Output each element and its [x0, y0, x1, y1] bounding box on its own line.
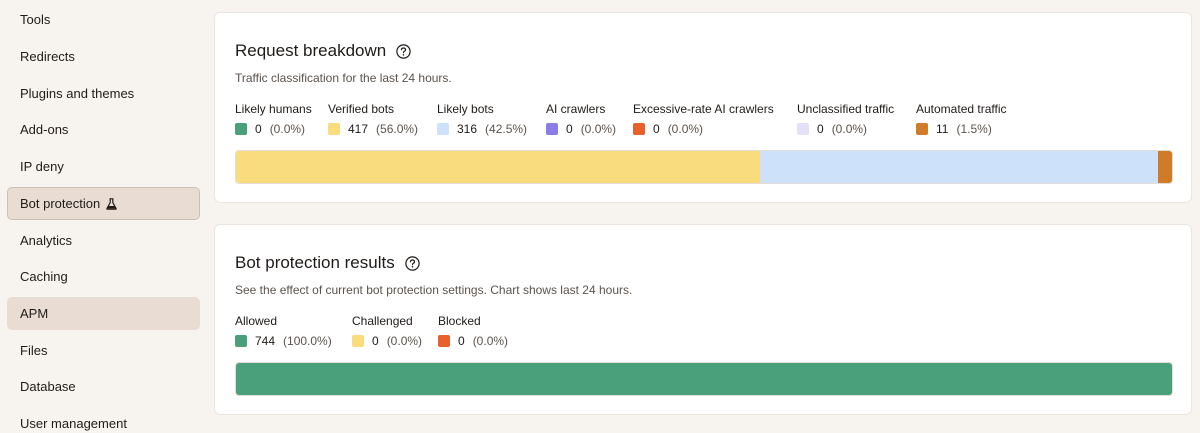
request-breakdown-card: Request breakdown Traffic classification… [214, 12, 1192, 203]
legend-count: 0 [817, 122, 824, 136]
sidebar-item-label: Analytics [20, 233, 73, 248]
legend-item-allowed: Allowed 744 (100.0%) [235, 314, 332, 348]
sidebar-item-label: Bot protection [20, 196, 101, 211]
sidebar-item-apm[interactable]: APM [7, 297, 200, 330]
legend-swatch [546, 123, 558, 135]
help-icon[interactable] [405, 255, 420, 271]
legend-count: 0 [372, 334, 379, 348]
legend-item-verified-bots: Verified bots 417 (56.0%) [328, 102, 418, 136]
sidebar-item-label: Add-ons [20, 122, 69, 137]
legend-swatch [235, 335, 247, 347]
sidebar-item-add-ons[interactable]: Add-ons [7, 113, 200, 146]
legend-swatch [437, 123, 449, 135]
sidebar-item-user-management[interactable]: User management [7, 407, 200, 433]
sidebar-item-label: Tools [20, 12, 51, 27]
legend-label: Allowed [235, 314, 278, 328]
legend-count: 0 [255, 122, 262, 136]
request-breakdown-bar [235, 150, 1173, 184]
legend-label: Challenged [352, 314, 413, 328]
legend-pct: (1.5%) [956, 122, 992, 136]
legend-label: Verified bots [328, 102, 395, 116]
legend-count: 744 [255, 334, 276, 348]
help-icon[interactable] [396, 43, 411, 59]
bot-protection-results-bar [235, 362, 1173, 396]
sidebar-item-label: APM [20, 306, 49, 321]
sidebar-item-tools[interactable]: Tools [7, 3, 200, 36]
legend-item-automated-traffic: Automated traffic 11 (1.5%) [916, 102, 1007, 136]
sidebar-item-analytics[interactable]: Analytics [7, 224, 200, 257]
legend-label: Excessive-rate AI crawlers [633, 102, 774, 116]
bar-segment-automated-traffic[interactable] [1157, 151, 1172, 183]
legend-item-blocked: Blocked 0 (0.0%) [438, 314, 508, 348]
legend-label: Automated traffic [916, 102, 1007, 116]
bot-protection-results-card: Bot protection results See the effect of… [214, 224, 1192, 415]
sidebar-item-label: Plugins and themes [20, 86, 135, 101]
legend-count: 0 [458, 334, 465, 348]
card-title: Bot protection results [235, 253, 420, 273]
legend-count: 316 [457, 122, 478, 136]
legend-item-challenged: Challenged 0 (0.0%) [352, 314, 422, 348]
request-breakdown-title: Request breakdown [235, 41, 387, 60]
legend-pct: (0.0%) [269, 122, 306, 136]
sidebar-item-files[interactable]: Files [7, 334, 200, 367]
sidebar-item-label: Caching [20, 269, 68, 284]
sidebar-item-redirects[interactable]: Redirects [7, 40, 200, 73]
legend-swatch [328, 123, 340, 135]
legend-swatch [352, 335, 364, 347]
legend-count: 0 [566, 122, 573, 136]
legend-item-likely-humans: Likely humans 0 (0.0%) [235, 102, 312, 136]
legend-label: AI crawlers [546, 102, 606, 116]
sidebar-item-label: Files [20, 343, 48, 358]
legend-pct: (42.5%) [485, 122, 528, 136]
bot-protection-results-subtitle: See the effect of current bot protection… [235, 283, 633, 297]
card-title: Request breakdown [235, 41, 411, 61]
sidebar-item-caching[interactable]: Caching [7, 260, 200, 293]
legend-swatch [438, 335, 450, 347]
sidebar-item-label: Database [20, 379, 76, 394]
legend-label: Likely bots [437, 102, 494, 116]
legend-swatch [916, 123, 928, 135]
legend-swatch [633, 123, 645, 135]
sidebar-item-label: Redirects [20, 49, 75, 64]
legend-swatch [235, 123, 247, 135]
legend-pct: (0.0%) [386, 334, 423, 348]
legend-item-excessive-rate-ai-crawlers: Excessive-rate AI crawlers 0 (0.0%) [633, 102, 774, 136]
legend-count: 417 [348, 122, 369, 136]
bar-segment-verified-bots[interactable] [236, 151, 761, 183]
legend-item-likely-bots: Likely bots 316 (42.5%) [437, 102, 527, 136]
flask-icon [106, 197, 118, 210]
bar-segment-likely-bots[interactable] [760, 151, 1158, 183]
legend-count: 0 [653, 122, 660, 136]
legend-pct: (0.0%) [831, 122, 868, 136]
legend-pct: (0.0%) [472, 334, 509, 348]
legend-item-ai-crawlers: AI crawlers 0 (0.0%) [546, 102, 616, 136]
sidebar-item-database[interactable]: Database [7, 370, 200, 403]
legend-pct: (100.0%) [283, 334, 332, 348]
sidebar-nav: Tools Redirects Plugins and themes Add-o… [0, 0, 206, 433]
sidebar-item-plugins-and-themes[interactable]: Plugins and themes [7, 77, 200, 110]
request-breakdown-subtitle: Traffic classification for the last 24 h… [235, 71, 452, 85]
legend-label: Unclassified traffic [797, 102, 895, 116]
legend-pct: (0.0%) [667, 122, 704, 136]
legend-count: 11 [936, 122, 949, 136]
legend-pct: (0.0%) [580, 122, 617, 136]
legend-pct: (56.0%) [376, 122, 419, 136]
sidebar-item-bot-protection[interactable]: Bot protection [7, 187, 200, 220]
legend-label: Likely humans [235, 102, 312, 116]
legend-label: Blocked [438, 314, 481, 328]
bot-protection-results-title: Bot protection results [235, 253, 395, 272]
sidebar-item-label: User management [20, 416, 127, 431]
legend-item-unclassified-traffic: Unclassified traffic 0 (0.0%) [797, 102, 894, 136]
sidebar-item-label: IP deny [20, 159, 64, 174]
legend-swatch [797, 123, 809, 135]
sidebar-item-ip-deny[interactable]: IP deny [7, 150, 200, 183]
bar-segment-allowed[interactable] [236, 363, 1172, 395]
